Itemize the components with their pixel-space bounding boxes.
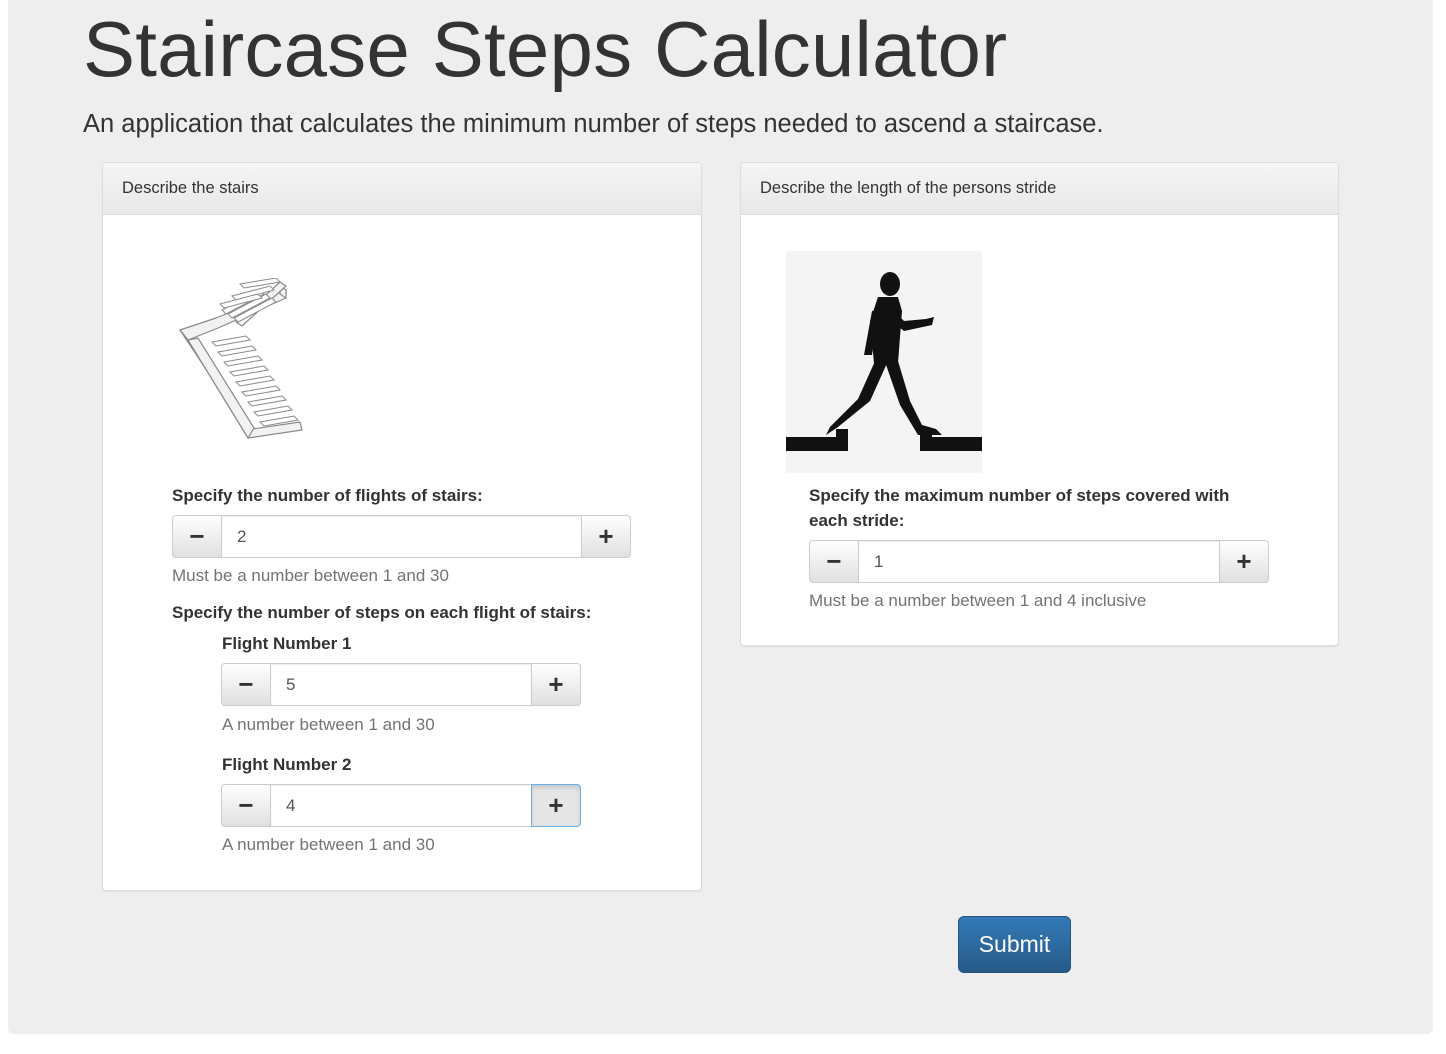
page-title: Staircase Steps Calculator	[83, 5, 1008, 93]
flight-2-help-text: A number between 1 and 30	[222, 835, 435, 854]
flight-1-label: Flight Number 1	[222, 634, 352, 653]
stride-decrement-button[interactable]: −	[809, 540, 859, 583]
flight-1-input[interactable]	[271, 663, 531, 706]
stride-stepper: − +	[809, 540, 1269, 583]
flights-stepper: − +	[172, 515, 631, 558]
stairs-panel-heading: Describe the stairs	[103, 163, 701, 215]
flight-1-help-text: A number between 1 and 30	[222, 715, 435, 734]
steps-per-flight-label: Specify the number of steps on each flig…	[172, 603, 592, 622]
stride-increment-button[interactable]: +	[1219, 540, 1269, 583]
flight-2-label: Flight Number 2	[222, 755, 352, 774]
flights-increment-button[interactable]: +	[581, 515, 631, 558]
stride-panel-heading: Describe the length of the persons strid…	[741, 163, 1338, 215]
flight-1-decrement-button[interactable]: −	[221, 663, 271, 706]
walking-person-image	[786, 251, 982, 473]
stride-label-line-2: each stride:	[809, 511, 905, 530]
flight-1-stepper: − +	[221, 663, 581, 706]
stride-input[interactable]	[859, 540, 1219, 583]
flights-help-text: Must be a number between 1 and 30	[172, 566, 449, 585]
flight-2-stepper: − +	[221, 784, 581, 827]
flight-2-input[interactable]	[271, 784, 531, 827]
submit-button[interactable]: Submit	[958, 916, 1071, 973]
flight-1-increment-button[interactable]: +	[531, 663, 581, 706]
flight-2-increment-button[interactable]: +	[531, 784, 581, 827]
stride-help-text: Must be a number between 1 and 4 inclusi…	[809, 591, 1147, 610]
flights-decrement-button[interactable]: −	[172, 515, 222, 558]
page-subtitle: An application that calculates the minim…	[83, 110, 1104, 138]
flight-2-decrement-button[interactable]: −	[221, 784, 271, 827]
stride-label-line-1: Specify the maximum number of steps cove…	[809, 486, 1230, 505]
flights-input[interactable]	[222, 515, 581, 558]
stride-label: Specify the maximum number of steps cove…	[809, 483, 1229, 533]
staircase-image	[179, 278, 303, 439]
flights-label: Specify the number of flights of stairs:	[172, 486, 483, 505]
